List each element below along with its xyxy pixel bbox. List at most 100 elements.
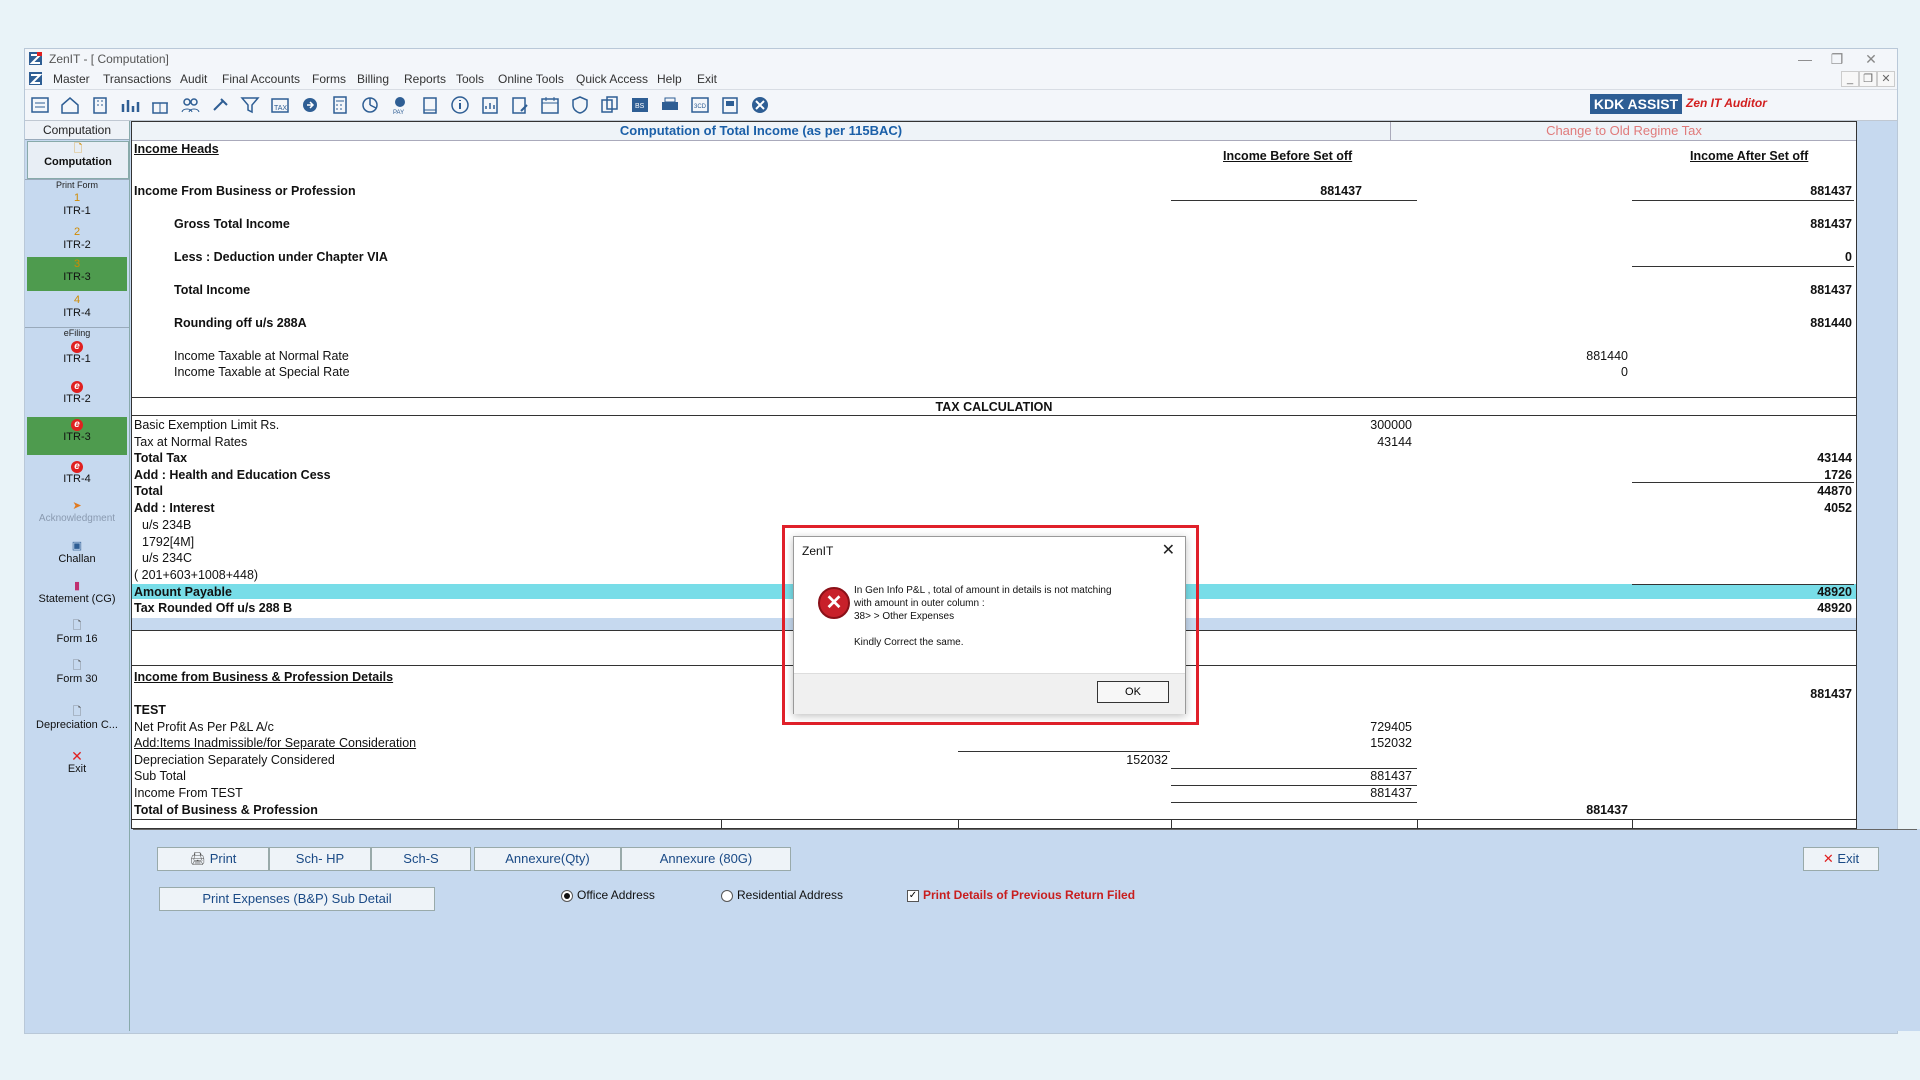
sidebar-item-computation[interactable]: 🗋 Computation	[27, 141, 129, 179]
menu-forms[interactable]: Forms	[312, 72, 346, 86]
menu-master[interactable]: Master	[53, 72, 90, 86]
rounded-label: Tax Rounded Off u/s 288 B	[134, 601, 293, 615]
menu-online-tools[interactable]: Online Tools	[498, 72, 564, 86]
sidebar-item-print-itr-3[interactable]: 3 ITR-3	[27, 257, 127, 291]
sidebar-item-efile-itr-1[interactable]: e ITR-1	[27, 339, 127, 373]
change-to-old-regime-button[interactable]: Change to Old Regime Tax	[1390, 122, 1857, 140]
print-button[interactable]: 🖨 Print	[157, 847, 269, 871]
gift-icon[interactable]	[149, 95, 171, 115]
total-tax-label: Total Tax	[134, 451, 188, 465]
report-icon[interactable]	[479, 95, 501, 115]
bar-chart-icon[interactable]	[119, 95, 141, 115]
menu-transactions[interactable]: Transactions	[103, 72, 171, 86]
office-address-label: Office Address	[577, 888, 655, 902]
info-icon[interactable]	[449, 95, 471, 115]
print-expenses-button[interactable]: Print Expenses (B&P) Sub Detail	[159, 887, 435, 911]
pie-chart-icon[interactable]	[359, 95, 381, 115]
print-form-section: Print Form	[25, 179, 129, 190]
sch-s-button[interactable]: Sch-S	[371, 847, 471, 871]
exit-button[interactable]: ✕ Exit	[1803, 847, 1879, 871]
filter-icon[interactable]	[239, 95, 261, 115]
mdi-minimize-icon[interactable]: _	[1841, 71, 1859, 87]
refresh-icon[interactable]	[299, 95, 321, 115]
sidebar-item-form-16[interactable]: 🗋 Form 16	[27, 619, 127, 653]
mdi-restore-icon[interactable]: ❐	[1859, 71, 1877, 87]
sch-hp-button[interactable]: Sch- HP	[269, 847, 371, 871]
pay-icon[interactable]: PAY	[389, 95, 411, 115]
inadmissible-link[interactable]: Add:Items Inadmissible/for Separate Cons…	[134, 736, 416, 750]
sidebar-item-efile-itr-4[interactable]: e ITR-4	[27, 459, 127, 493]
tax-calculation-heading: TAX CALCULATION	[935, 400, 1053, 414]
prev-return-checkbox[interactable]: ✓	[907, 890, 919, 902]
bs-icon[interactable]: BS	[629, 95, 651, 115]
payable-value: 48920	[1817, 585, 1852, 599]
sidebar-item-print-itr-1[interactable]: 1 ITR-1	[27, 191, 127, 223]
menu-help[interactable]: Help	[657, 72, 682, 86]
menu-tools[interactable]: Tools	[456, 72, 484, 86]
home-icon[interactable]	[59, 95, 81, 115]
kdk-assist-button[interactable]: KDK ASSIST	[1590, 94, 1682, 114]
menu-billing[interactable]: Billing	[357, 72, 389, 86]
menu-audit[interactable]: Audit	[180, 72, 207, 86]
total-value: 44870	[1817, 484, 1852, 498]
window-title: ZenIT - [ Computation]	[49, 52, 169, 66]
sidebar: Computation 🗋 Computation Print Form 1 IT…	[25, 121, 130, 1031]
menu-exit[interactable]: Exit	[697, 72, 717, 86]
svg-text:BS: BS	[635, 103, 645, 110]
dialog-close-icon[interactable]: ✕	[1162, 540, 1175, 560]
book-icon[interactable]	[419, 95, 441, 115]
copy-icon[interactable]	[599, 95, 621, 115]
exemption-label: Basic Exemption Limit Rs.	[134, 418, 280, 432]
subtotal-label: Sub Total	[134, 769, 186, 783]
menu-final-accounts[interactable]: Final Accounts	[222, 72, 300, 86]
col-after-setoff: Income After Set off	[1690, 149, 1809, 163]
3cd-icon[interactable]: 3CD	[689, 95, 711, 115]
form-16-icon: 🗋	[72, 620, 82, 632]
depr-label: Depreciation Separately Considered	[134, 753, 335, 767]
hammer-icon[interactable]	[209, 95, 231, 115]
total-income-value: 881437	[1810, 283, 1852, 297]
form-icon[interactable]	[719, 95, 741, 115]
office-address-radio[interactable]	[561, 890, 573, 902]
sidebar-item-challan[interactable]: ▣ Challan	[27, 539, 127, 573]
tax-icon[interactable]: TAX	[269, 95, 291, 115]
sidebar-item-efile-itr-2[interactable]: e ITR-2	[27, 379, 127, 413]
sidebar-item-acknowledgment[interactable]: ➤ Acknowledgment	[27, 499, 127, 533]
calculator-icon[interactable]	[329, 95, 351, 115]
inadmissible-value: 152032	[1370, 736, 1412, 750]
menu-quick-access[interactable]: Quick Access	[576, 72, 648, 86]
annexure-80g-button[interactable]: Annexure (80G)	[621, 847, 791, 871]
sidebar-item-print-itr-4[interactable]: 4 ITR-4	[27, 293, 127, 325]
shield-icon[interactable]	[569, 95, 591, 115]
sidebar-item-efile-itr-3[interactable]: e ITR-3	[27, 417, 127, 455]
dialog-footer: OK	[794, 673, 1185, 714]
ok-button[interactable]: OK	[1097, 681, 1169, 703]
computation-icon: 🗋	[73, 143, 83, 155]
building-icon[interactable]	[89, 95, 111, 115]
residential-address-label: Residential Address	[737, 888, 844, 902]
close-window-icon[interactable]: ✕	[1851, 49, 1891, 69]
sidebar-item-form-30[interactable]: 🗋 Form 30	[27, 659, 127, 693]
sidebar-item-exit[interactable]: ✕ Exit	[27, 749, 127, 783]
dialog-message-line1: In Gen Info P&L , total of amount in det…	[854, 585, 1112, 596]
income-test-value: 881437	[1370, 786, 1412, 800]
close-circle-icon[interactable]	[749, 95, 771, 115]
svg-text:3CD: 3CD	[694, 104, 707, 110]
document-edit-icon[interactable]	[509, 95, 531, 115]
sidebar-item-print-itr-2[interactable]: 2 ITR-2	[27, 225, 127, 257]
calendar-icon[interactable]	[539, 95, 561, 115]
efiling-section: eFiling	[25, 327, 129, 338]
gti-label: Gross Total Income	[174, 217, 290, 231]
open-icon[interactable]	[29, 95, 51, 115]
sidebar-item-statement-cg[interactable]: ▮ Statement (CG)	[27, 579, 127, 613]
app-window: ZenIT - [ Computation] — ❐ ✕ Master Tran…	[24, 48, 1920, 1034]
residential-address-radio[interactable]	[721, 890, 733, 902]
sidebar-item-depreciation[interactable]: 🗋 Depreciation C...	[27, 705, 127, 739]
users-icon[interactable]	[179, 95, 201, 115]
printer-icon[interactable]	[659, 95, 681, 115]
subtotal-value: 881437	[1370, 769, 1412, 783]
menu-reports[interactable]: Reports	[404, 72, 446, 86]
payable-label: Amount Payable	[134, 585, 232, 599]
annexure-qty-button[interactable]: Annexure(Qty)	[474, 847, 621, 871]
mdi-close-icon[interactable]: ✕	[1877, 71, 1895, 87]
